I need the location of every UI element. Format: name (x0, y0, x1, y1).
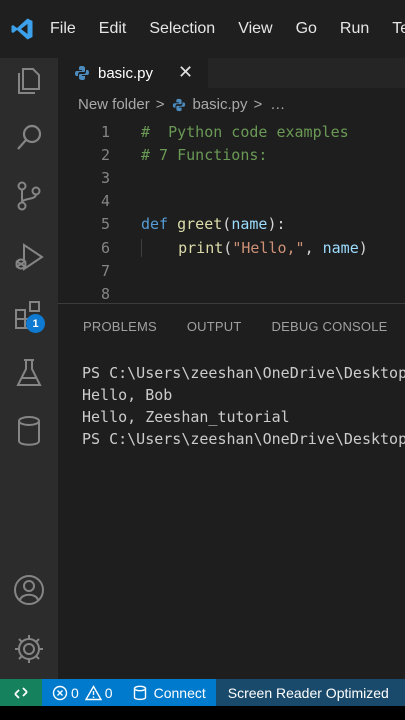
code-line[interactable]: 4 (58, 190, 405, 213)
code-token: ): (267, 215, 286, 234)
tab-output[interactable]: OUTPUT (187, 319, 242, 340)
testing-icon[interactable] (12, 356, 46, 390)
error-icon (52, 685, 68, 700)
line-number: 1 (100, 122, 110, 141)
settings-icon[interactable] (12, 632, 46, 666)
warning-count: 0 (104, 684, 113, 701)
run-debug-icon[interactable] (12, 240, 46, 274)
line-number: 5 (100, 215, 110, 234)
editor-tab-bar: basic.py ✕ (58, 58, 405, 88)
code-line[interactable]: 5 def greet(name): (58, 213, 405, 236)
code-token: name (231, 215, 268, 234)
status-main: 0 0 Connect Screen Reader Optimized (42, 679, 405, 706)
menu-item-edit[interactable]: Edit (99, 20, 127, 38)
menu-item-file[interactable]: File (50, 20, 76, 38)
code-line[interactable]: 1 # Python code examples (58, 120, 405, 143)
line-source: print("Hello,", name) (141, 238, 368, 257)
panel-tab-bar: PROBLEMSOUTPUTDEBUG CONSOLETERMINAL (58, 304, 405, 340)
breadcrumb-more[interactable]: … (270, 96, 285, 113)
code-token: # 7 Functions: (141, 145, 268, 164)
python-file-icon (173, 98, 186, 111)
line-number: 7 (100, 261, 110, 280)
explorer-icon[interactable] (12, 62, 46, 96)
code-token: ( (223, 238, 233, 257)
menu-item-selection[interactable]: Selection (149, 20, 215, 38)
source-control-icon[interactable] (12, 179, 46, 213)
terminal-line: PS C:\Users\zeeshan\OneDrive\Desktop\ (82, 364, 405, 382)
code-token: greet (177, 215, 223, 234)
breadcrumb: New folder > basic.py > … (78, 96, 285, 113)
python-file-icon (75, 66, 89, 80)
error-count: 0 (71, 684, 79, 701)
database-icon[interactable] (12, 414, 46, 448)
tab-debug-console[interactable]: DEBUG CONSOLE (272, 319, 388, 340)
code-line[interactable]: 6 print("Hello,", name) (58, 236, 405, 259)
connect-label: Connect (153, 684, 206, 701)
bottom-strip (0, 706, 405, 720)
screen-reader-status[interactable]: Screen Reader Optimized (215, 679, 405, 706)
line-source: def greet(name): (141, 215, 286, 233)
problems-status[interactable]: 0 0 (52, 685, 113, 701)
breadcrumb-separator: > (155, 96, 165, 113)
code-area[interactable]: 1 # Python code examples 2 # 7 Functions: 3 4… (58, 120, 405, 303)
menu-item-go[interactable]: Go (296, 20, 317, 38)
code-line[interactable]: 3 (58, 166, 405, 189)
menu-item-terminal[interactable]: Terminal (392, 20, 405, 38)
line-number: 8 (100, 284, 110, 303)
terminal-line: Hello, Bob (82, 386, 173, 404)
code-line[interactable]: 7 (58, 259, 405, 282)
warning-icon (84, 684, 102, 700)
editor: basic.py ✕ New folder > basic.py > … 1 # … (58, 58, 405, 303)
code-token (141, 238, 179, 257)
database-icon (133, 685, 146, 700)
tab-label: basic.py (98, 64, 154, 82)
code-line[interactable]: 2 # 7 Functions: (58, 143, 405, 166)
breadcrumb-file[interactable]: basic.py (192, 96, 247, 113)
status-bar: 0 0 Connect Screen Reader Optimized (0, 679, 405, 706)
terminal-line: Hello, Zeeshan_tutorial (82, 408, 290, 426)
code-token: # Python code examples (141, 122, 349, 141)
menu-bar: File Edit Selection View Go Run Terminal (50, 20, 405, 38)
menu-item-run[interactable]: Run (340, 20, 369, 38)
remote-indicator[interactable] (0, 679, 42, 706)
terminal-output[interactable]: PS C:\Users\zeeshan\OneDrive\Desktop\ Hel… (82, 364, 405, 452)
code-token: def (141, 215, 169, 234)
remote-icon (14, 686, 28, 699)
breadcrumb-folder[interactable]: New folder (78, 96, 150, 113)
code-token: "Hello," (232, 238, 305, 257)
screen-reader-label: Screen Reader Optimized (227, 684, 389, 701)
vscode-logo-icon (11, 18, 33, 40)
code-token: ) (358, 238, 368, 257)
tab-basic-py[interactable]: basic.py ✕ (58, 58, 208, 88)
line-number: 4 (100, 192, 110, 211)
code-token: print (178, 238, 224, 257)
line-number: 3 (100, 168, 110, 187)
line-number: 2 (100, 145, 110, 164)
title-bar: File Edit Selection View Go Run Terminal (0, 0, 405, 58)
terminal-line: PS C:\Users\zeeshan\OneDrive\Desktop\ (82, 430, 405, 448)
line-source: # Python code examples (141, 123, 349, 141)
code-token: name (322, 238, 359, 257)
tab-problems[interactable]: PROBLEMS (83, 319, 157, 340)
breadcrumb-separator: > (253, 96, 263, 113)
code-token: , (304, 238, 323, 257)
line-source: # 7 Functions: (141, 146, 267, 164)
code-line[interactable]: 8 (58, 282, 405, 303)
extensions-badge: 1 (26, 314, 45, 333)
close-tab-icon[interactable]: ✕ (178, 62, 193, 83)
menu-item-view[interactable]: View (238, 20, 272, 38)
line-number: 6 (100, 238, 110, 257)
bottom-panel: PROBLEMSOUTPUTDEBUG CONSOLETERMINAL PS C… (58, 303, 405, 680)
code-token: ( (222, 215, 232, 234)
search-icon[interactable] (12, 121, 46, 155)
activity-bar: 1 (0, 58, 58, 679)
account-icon[interactable] (12, 573, 46, 607)
connect-status[interactable]: Connect (133, 685, 206, 701)
